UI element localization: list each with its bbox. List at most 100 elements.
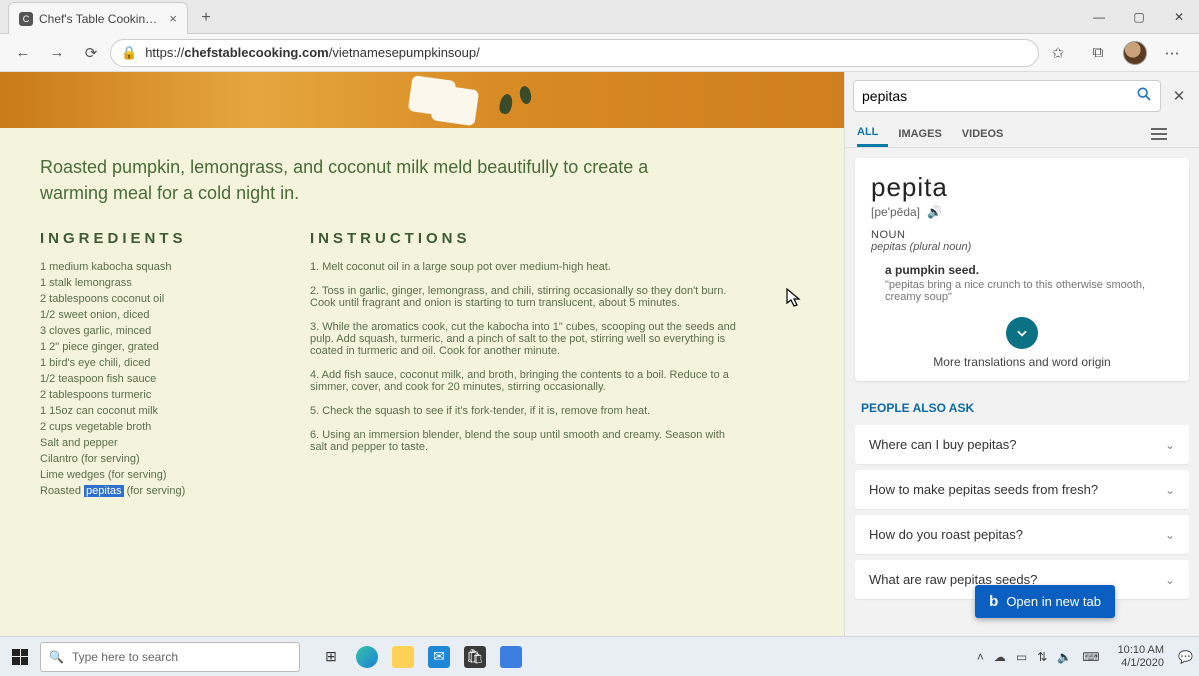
address-bar: ← → ⟳ 🔒 https://chefstablecooking.com/vi… [0, 34, 1199, 72]
window-titlebar: C Chef's Table Cooking — 4. Vietna… × + … [0, 0, 1199, 34]
windows-icon [12, 649, 28, 665]
system-tray: ˄ ☁ ▭ ⇅ 🔈 ⌨ 10:10 AM 4/1/2020 💬 [977, 644, 1193, 668]
window-controls: — ▢ ✕ [1079, 0, 1199, 34]
recipe-intro: Roasted pumpkin, lemongrass, and coconut… [0, 128, 760, 216]
highlighted-word[interactable]: pepitas [84, 485, 123, 497]
paa-item[interactable]: Where can I buy pepitas? ⌄ [855, 425, 1189, 464]
instruction-step: 6. Using an immersion blender, blend the… [310, 429, 740, 453]
content-row: Roasted pumpkin, lemongrass, and coconut… [0, 72, 1199, 636]
taskbar-search-placeholder: Type here to search [72, 650, 178, 664]
back-button[interactable]: ← [8, 38, 38, 68]
edge-icon[interactable] [356, 646, 378, 668]
paa-question: How do you roast pepitas? [869, 527, 1023, 542]
tab-videos[interactable]: VIDEOS [962, 120, 1014, 146]
sidebar-close-icon[interactable]: ✕ [1167, 87, 1191, 105]
search-icon: 🔍 [49, 650, 64, 664]
ingredient-item: Cilantro (for serving) [40, 453, 250, 465]
url-field[interactable]: 🔒 https://chefstablecooking.com/vietname… [110, 39, 1039, 67]
onedrive-icon[interactable]: ☁ [994, 650, 1006, 664]
favorite-icon[interactable]: ✩ [1043, 38, 1073, 68]
tab-close-icon[interactable]: × [169, 11, 177, 26]
ingredient-item: 2 tablespoons turmeric [40, 389, 250, 401]
search-icon[interactable] [1136, 86, 1152, 107]
chevron-down-icon: ⌄ [1165, 438, 1175, 452]
sidebar-search-input[interactable] [862, 88, 1136, 104]
paa-heading: PEOPLE ALSO ASK [845, 391, 1199, 419]
definition-card: pepita [pe'pēda] 🔊 NOUN pepitas (plural … [855, 158, 1189, 381]
ingredient-item: 1 2" piece ginger, grated [40, 341, 250, 353]
more-translations-link[interactable]: More translations and word origin [871, 355, 1173, 369]
ingredients-list: 1 medium kabocha squash 1 stalk lemongras… [40, 261, 250, 497]
profile-avatar[interactable] [1123, 41, 1147, 65]
clock-time: 10:10 AM [1118, 644, 1164, 656]
sidebar-menu-icon[interactable] [1151, 120, 1177, 146]
paa-item[interactable]: How do you roast pepitas? ⌄ [855, 515, 1189, 554]
sidebar-search-field[interactable] [853, 80, 1161, 112]
definition-word: pepita [871, 172, 1173, 203]
app-icon[interactable] [500, 646, 522, 668]
taskbar-search[interactable]: 🔍 Type here to search [40, 642, 300, 672]
taskbar-clock[interactable]: 10:10 AM 4/1/2020 [1118, 644, 1164, 668]
chevron-down-icon: ⌄ [1165, 573, 1175, 587]
start-button[interactable] [6, 643, 34, 671]
ingredient-item: 1/2 sweet onion, diced [40, 309, 250, 321]
definition-text: a pumpkin seed. [885, 263, 1173, 277]
mail-icon[interactable]: ✉ [428, 646, 450, 668]
paa-item[interactable]: How to make pepitas seeds from fresh? ⌄ [855, 470, 1189, 509]
speaker-icon[interactable]: 🔊 [927, 205, 942, 219]
webpage: Roasted pumpkin, lemongrass, and coconut… [0, 72, 844, 636]
open-in-new-tab-label: Open in new tab [1006, 594, 1101, 609]
plural-form: pepitas (plural noun) [871, 241, 1173, 253]
tray-up-icon[interactable]: ˄ [977, 650, 984, 664]
instruction-step: 2. Toss in garlic, ginger, lemongrass, a… [310, 285, 740, 309]
instruction-step: 3. While the aromatics cook, cut the kab… [310, 321, 740, 357]
volume-icon[interactable]: 🔈 [1057, 650, 1072, 664]
network-icon[interactable]: ⇅ [1037, 650, 1047, 664]
taskbar-icons: ⊞ ✉ 🛍 [320, 646, 522, 668]
paa-question: Where can I buy pepitas? [869, 437, 1016, 452]
chevron-down-icon: ⌄ [1165, 528, 1175, 542]
ingredient-item: 2 tablespoons coconut oil [40, 293, 250, 305]
ingredients-heading: INGREDIENTS [40, 230, 250, 247]
file-explorer-icon[interactable] [392, 646, 414, 668]
minimize-button[interactable]: — [1079, 0, 1119, 34]
open-in-new-tab-button[interactable]: b Open in new tab [975, 585, 1115, 618]
tab-all[interactable]: ALL [857, 118, 888, 147]
maximize-button[interactable]: ▢ [1119, 0, 1159, 34]
ingredient-item: 3 cloves garlic, minced [40, 325, 250, 337]
battery-icon[interactable]: ▭ [1016, 650, 1027, 664]
ingredient-item: Salt and pepper [40, 437, 250, 449]
instructions-list: 1. Melt coconut oil in a large soup pot … [310, 261, 740, 453]
ingredient-item: 1 stalk lemongrass [40, 277, 250, 289]
definition-example: "pepitas bring a nice crunch to this oth… [885, 279, 1165, 303]
chevron-down-icon: ⌄ [1165, 483, 1175, 497]
instruction-step: 5. Check the squash to see if it's fork-… [310, 405, 740, 417]
notifications-icon[interactable]: 💬 [1178, 650, 1193, 664]
store-icon[interactable]: 🛍 [464, 646, 486, 668]
ingredient-item: 1 medium kabocha squash [40, 261, 250, 273]
more-menu-icon[interactable]: ⋯ [1157, 38, 1187, 68]
language-icon[interactable]: ⌨ [1082, 650, 1099, 664]
tab-title: Chef's Table Cooking — 4. Vietna… [39, 12, 163, 26]
ingredient-item: 1 15oz can coconut milk [40, 405, 250, 417]
close-window-button[interactable]: ✕ [1159, 0, 1199, 34]
refresh-button[interactable]: ⟳ [76, 38, 106, 68]
new-tab-button[interactable]: + [192, 4, 220, 32]
instructions-heading: INSTRUCTIONS [310, 230, 804, 247]
instruction-step: 4. Add fish sauce, coconut milk, and bro… [310, 369, 740, 393]
url-path: /vietnamesepumpkinsoup/ [329, 45, 480, 60]
tab-favicon: C [19, 12, 33, 26]
expand-button[interactable] [1006, 317, 1038, 349]
ingredient-item: 2 cups vegetable broth [40, 421, 250, 433]
ingredient-item: 1 bird's eye chili, diced [40, 357, 250, 369]
ingredient-item: 1/2 teaspoon fish sauce [40, 373, 250, 385]
paa-question: How to make pepitas seeds from fresh? [869, 482, 1098, 497]
task-view-icon[interactable]: ⊞ [320, 646, 342, 668]
ingredient-item: Roasted pepitas (for serving) [40, 485, 250, 497]
url-prefix: https:// [145, 45, 184, 60]
clock-date: 4/1/2020 [1118, 657, 1164, 669]
browser-tab[interactable]: C Chef's Table Cooking — 4. Vietna… × [8, 2, 188, 34]
forward-button[interactable]: → [42, 38, 72, 68]
tab-images[interactable]: IMAGES [898, 120, 951, 146]
collections-icon[interactable]: ⧉ [1083, 38, 1113, 68]
